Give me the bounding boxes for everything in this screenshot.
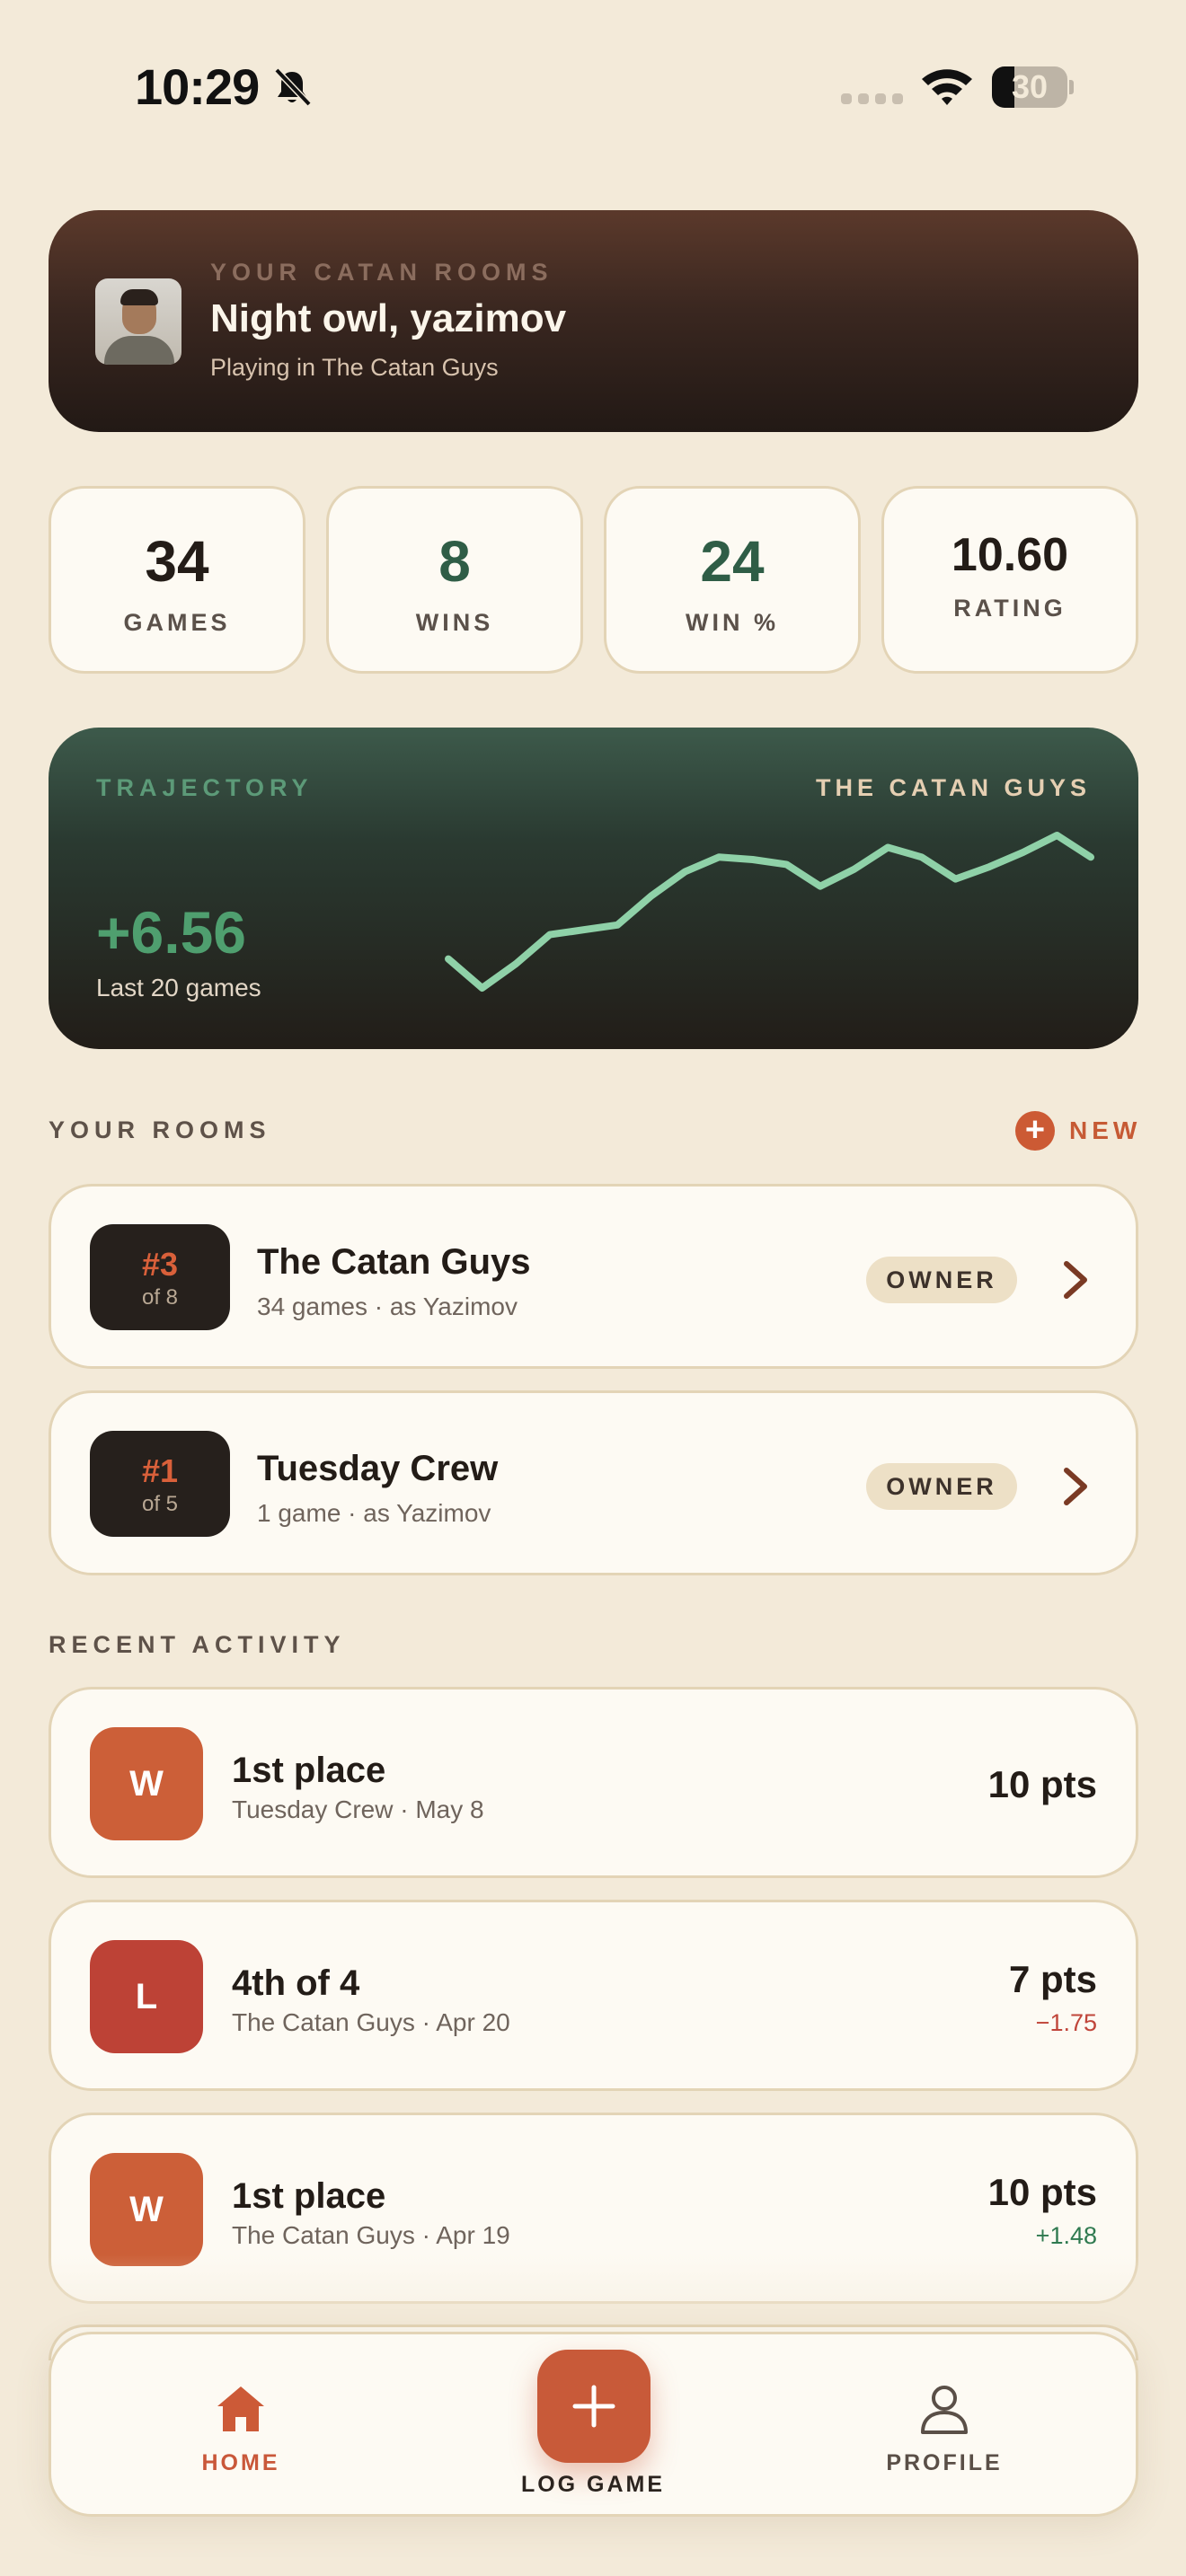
cellular-signal-icon [841, 93, 903, 104]
result-badge: W [90, 2153, 203, 2266]
status-bar: 10:29 30 [0, 0, 1186, 171]
stat-rating: 10.60 RATING [881, 486, 1138, 674]
activity-points: 10 pts [987, 1763, 1097, 1805]
stats-row: 34 GAMES 8 WINS 24 WIN % 10.60 RATING [49, 486, 1138, 674]
room-rank-badge: #3 of 8 [90, 1224, 230, 1330]
result-badge: L [90, 1940, 203, 2053]
stat-value: 24 [700, 529, 765, 594]
battery-level: 30 [1011, 68, 1049, 105]
stat-win-percent: 24 WIN % [604, 486, 861, 674]
rating-delta: +1.48 [1035, 2222, 1097, 2249]
new-room-label: NEW [1069, 1116, 1142, 1144]
activity-title: 4th of 4 [232, 1963, 360, 2003]
wifi-icon [922, 69, 972, 105]
room-name: Tuesday Crew [257, 1449, 499, 1488]
activity-item[interactable]: W 1st place Tuesday Crew · May 8 10 pts [49, 1687, 1138, 1878]
trajectory-kicker: TRAJECTORY [96, 774, 314, 801]
chevron-right-icon [1064, 1261, 1087, 1299]
activity-subtitle: The Catan Guys · Apr 19 [232, 2221, 510, 2249]
rating-delta: −1.75 [1035, 2009, 1097, 2036]
stat-wins: 8 WINS [326, 486, 583, 674]
stat-value: 34 [145, 529, 209, 594]
room-subtitle: 34 games · as Yazimov [257, 1292, 518, 1320]
log-game-label: LOG GAME [520, 2472, 666, 2497]
status-time: 10:29 [135, 58, 260, 115]
activity-title: 1st place [232, 1751, 386, 1790]
battery-icon: 30 [992, 66, 1074, 108]
nav-profile[interactable]: PROFILE [881, 2383, 1007, 2476]
avatar[interactable] [95, 278, 181, 365]
chevron-right-icon [1064, 1468, 1087, 1505]
activity-points: 7 pts [1008, 1958, 1097, 2000]
home-icon [217, 2386, 264, 2431]
stat-value: 10.60 [951, 529, 1069, 581]
stat-label: WIN % [686, 609, 779, 636]
nav-home-label: HOME [201, 2450, 280, 2475]
activity-section-title: RECENT ACTIVITY [49, 1631, 346, 1658]
plus-icon: + [1015, 1111, 1055, 1151]
stat-label: GAMES [123, 609, 231, 636]
current-room-subtitle: Playing in The Catan Guys [210, 354, 499, 381]
trajectory-room: THE CATAN GUYS [816, 774, 1091, 801]
stat-label: WINS [415, 609, 494, 636]
header-kicker: YOUR CATAN ROOMS [210, 259, 553, 286]
trajectory-card[interactable]: TRAJECTORY THE CATAN GUYS +6.56 Last 20 … [49, 728, 1138, 1049]
room-rank-of: of 5 [141, 1492, 179, 1516]
trajectory-subtitle: Last 20 games [96, 974, 261, 1001]
result-badge: W [90, 1727, 203, 1840]
room-subtitle: 1 game · as Yazimov [257, 1499, 491, 1527]
trajectory-delta: +6.56 [96, 899, 246, 966]
welcome-card: YOUR CATAN ROOMS Night owl, yazimov Play… [49, 210, 1138, 432]
room-card[interactable]: #1 of 5 Tuesday Crew 1 game · as Yazimov… [49, 1390, 1138, 1575]
activity-points: 10 pts [987, 2171, 1097, 2213]
role-badge: OWNER [866, 1463, 1017, 1510]
room-rank: #3 [141, 1246, 179, 1283]
bell-muted-icon [274, 67, 312, 107]
activity-item[interactable]: L 4th of 4 The Catan Guys · Apr 20 7 pts… [49, 1900, 1138, 2091]
rooms-section-title: YOUR ROOMS [49, 1116, 271, 1143]
activity-subtitle: Tuesday Crew · May 8 [232, 1795, 484, 1823]
room-card[interactable]: #3 of 8 The Catan Guys 34 games · as Yaz… [49, 1184, 1138, 1369]
nav-home[interactable]: HOME [182, 2383, 299, 2476]
stat-games: 34 GAMES [49, 486, 305, 674]
activity-subtitle: The Catan Guys · Apr 20 [232, 2008, 510, 2036]
plus-icon [572, 2385, 615, 2428]
stat-label: RATING [953, 595, 1067, 622]
room-rank: #1 [141, 1452, 179, 1489]
room-name: The Catan Guys [257, 1242, 531, 1282]
greeting-title: Night owl, yazimov [210, 296, 567, 340]
log-game-button[interactable] [537, 2350, 651, 2463]
room-rank-badge: #1 of 5 [90, 1431, 230, 1537]
role-badge: OWNER [866, 1257, 1017, 1303]
nav-profile-label: PROFILE [886, 2450, 1003, 2475]
activity-title: 1st place [232, 2176, 386, 2216]
profile-icon [921, 2386, 968, 2434]
trajectory-line [445, 832, 1094, 992]
stat-value: 8 [438, 529, 471, 594]
new-room-button[interactable]: + NEW [1015, 1110, 1141, 1151]
room-rank-of: of 8 [141, 1285, 179, 1310]
